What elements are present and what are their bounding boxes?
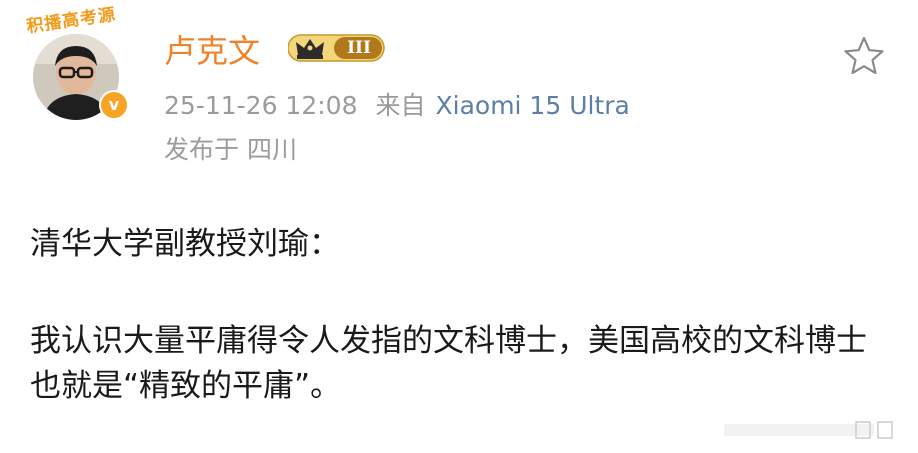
star-outline-icon[interactable] — [842, 34, 886, 78]
verified-v-icon: v — [99, 90, 129, 120]
source-prefix: 来自 — [375, 91, 426, 120]
watermark-decoration — [724, 421, 893, 439]
author-name[interactable]: 卢克文 — [164, 26, 260, 72]
device-link[interactable]: Xiaomi 15 Ultra — [436, 91, 630, 120]
post-location: 发布于 四川 — [164, 135, 297, 164]
post-meta: 25-11-26 12:08 来自 Xiaomi 15 Ultra — [164, 86, 630, 122]
avatar-banner-text: 积播高考源 — [25, 4, 118, 38]
post-paragraph: 清华大学副教授刘瑜： — [30, 226, 340, 262]
post-content: 清华大学副教授刘瑜： 我认识大量平庸得令人发指的文科博士，美国高校的文科博士也就… — [30, 222, 890, 409]
post-paragraph: 我认识大量平庸得令人发指的文科博士，美国高校的文科博士也就是“精致的平庸”。 — [30, 323, 867, 404]
post-timestamp: 25-11-26 12:08 — [164, 91, 358, 120]
member-level-text: III — [347, 38, 371, 58]
